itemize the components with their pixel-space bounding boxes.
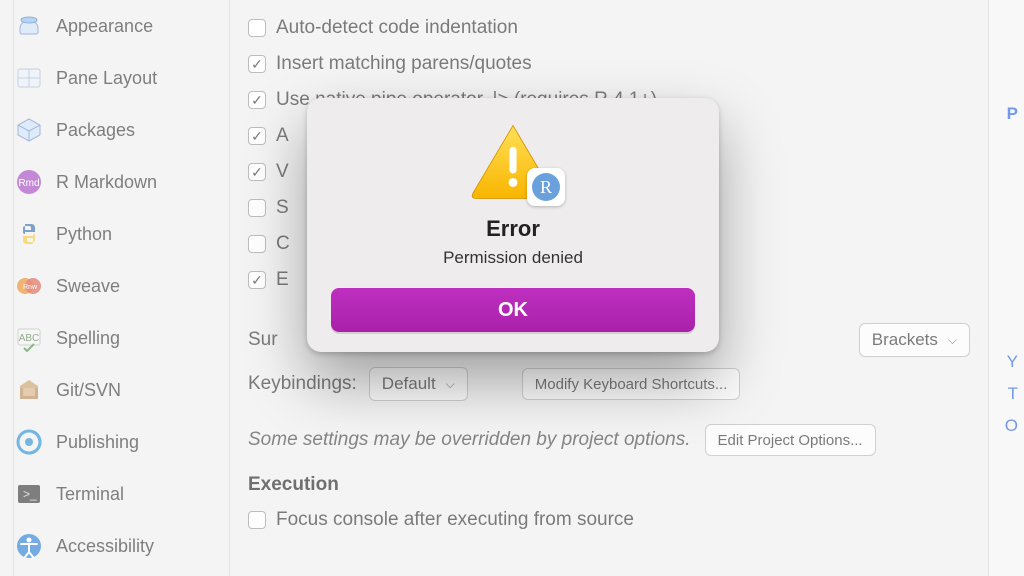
terminal-icon: >_ [14,479,44,509]
sidebar-item-appearance[interactable]: Appearance [0,0,229,52]
surround-select[interactable]: Brackets ⌵ [859,323,970,357]
keybindings-select-value: Default [382,374,436,394]
dialog-title: Error [327,216,699,242]
svg-text:Rnw: Rnw [23,284,38,291]
sidebar-item-spelling[interactable]: ABC Spelling [0,312,229,364]
sidebar-item-terminal[interactable]: >_ Terminal [0,468,229,520]
sidebar-item-label: Appearance [56,16,153,37]
sidebar: Appearance Pane Layout Packages Rmd R Ma… [0,0,230,576]
checkbox-label: Auto-detect code indentation [276,17,518,39]
edit-project-options-label: Edit Project Options... [718,432,863,449]
option-row[interactable]: Insert matching parens/quotes [248,46,970,82]
keybindings-select[interactable]: Default ⌵ [369,367,468,401]
option-row[interactable]: Auto-detect code indentation [248,10,970,46]
checkbox[interactable] [248,19,266,37]
chevron-down-icon: ⌵ [446,377,455,392]
sidebar-item-pane-layout[interactable]: Pane Layout [0,52,229,104]
sweave-icon: Rnw [14,271,44,301]
accessibility-icon [14,531,44,561]
right-peek-letter: O [1005,416,1018,436]
spelling-icon: ABC [14,323,44,353]
right-panel-peek: P Y T O [988,0,1024,576]
warning-icon: R [467,122,559,202]
project-override-text: Some settings may be overridden by proje… [248,429,691,451]
checkbox-label: Insert matching parens/quotes [276,53,532,75]
surround-select-value: Brackets [872,330,938,350]
ok-button[interactable]: OK [331,288,695,332]
sidebar-item-label: Pane Layout [56,68,157,89]
sidebar-item-label: Git/SVN [56,380,121,401]
right-peek-letter: P [1007,104,1018,124]
right-peek-letter: T [1008,384,1018,404]
sidebar-item-label: Publishing [56,432,139,453]
error-dialog: R Error Permission denied OK [307,98,719,352]
rstudio-badge-icon: R [527,168,565,206]
git-icon [14,375,44,405]
svg-text:Rmd: Rmd [18,178,39,189]
sidebar-item-accessibility[interactable]: Accessibility [0,520,229,572]
edit-project-options-button[interactable]: Edit Project Options... [705,424,876,456]
packages-icon [14,115,44,145]
publishing-icon [14,427,44,457]
checkbox-label: A [276,125,289,147]
pane-icon [14,63,44,93]
chevron-down-icon: ⌵ [948,333,957,348]
sidebar-item-label: Accessibility [56,536,154,557]
sidebar-item-packages[interactable]: Packages [0,104,229,156]
checkbox[interactable] [248,511,266,529]
checkbox[interactable] [248,91,266,109]
exec-focus-console-row[interactable]: Focus console after executing from sourc… [248,502,970,538]
appearance-icon [14,11,44,41]
dialog-message: Permission denied [327,248,699,268]
section-title-execution: Execution [248,474,970,496]
sidebar-item-python[interactable]: Python [0,208,229,260]
sidebar-item-label: Python [56,224,112,245]
modify-keyboard-shortcuts-label: Modify Keyboard Shortcuts... [535,376,728,393]
sidebar-item-label: Spelling [56,328,120,349]
python-icon [14,219,44,249]
sidebar-item-label: R Markdown [56,172,157,193]
checkbox[interactable] [248,127,266,145]
checkbox[interactable] [248,163,266,181]
checkbox-label: Focus console after executing from sourc… [276,509,634,531]
checkbox-label: V [276,161,289,183]
sidebar-item-label: Sweave [56,276,120,297]
keybindings-row: Keybindings: Default ⌵ Modify Keyboard S… [248,362,970,406]
checkbox[interactable] [248,271,266,289]
sidebar-item-label: Terminal [56,484,124,505]
project-override-note: Some settings may be overridden by proje… [248,424,970,456]
checkbox[interactable] [248,235,266,253]
keybindings-label: Keybindings: [248,373,357,395]
checkbox[interactable] [248,55,266,73]
checkbox-label: C [276,233,290,255]
checkbox[interactable] [248,199,266,217]
rmd-icon: Rmd [14,167,44,197]
right-peek-letter: Y [1007,352,1018,372]
surround-label: Sur [248,329,278,351]
svg-text:ABC: ABC [19,333,40,344]
sidebar-item-r-markdown[interactable]: Rmd R Markdown [0,156,229,208]
checkbox-label: E [276,269,289,291]
sidebar-item-git-svn[interactable]: Git/SVN [0,364,229,416]
sidebar-item-publishing[interactable]: Publishing [0,416,229,468]
sidebar-item-label: Packages [56,120,135,141]
sidebar-edge [0,0,14,576]
svg-text:>_: >_ [23,487,37,501]
checkbox-label: S [276,197,289,219]
modify-keyboard-shortcuts-button[interactable]: Modify Keyboard Shortcuts... [522,368,741,400]
sidebar-item-sweave[interactable]: Rnw Sweave [0,260,229,312]
